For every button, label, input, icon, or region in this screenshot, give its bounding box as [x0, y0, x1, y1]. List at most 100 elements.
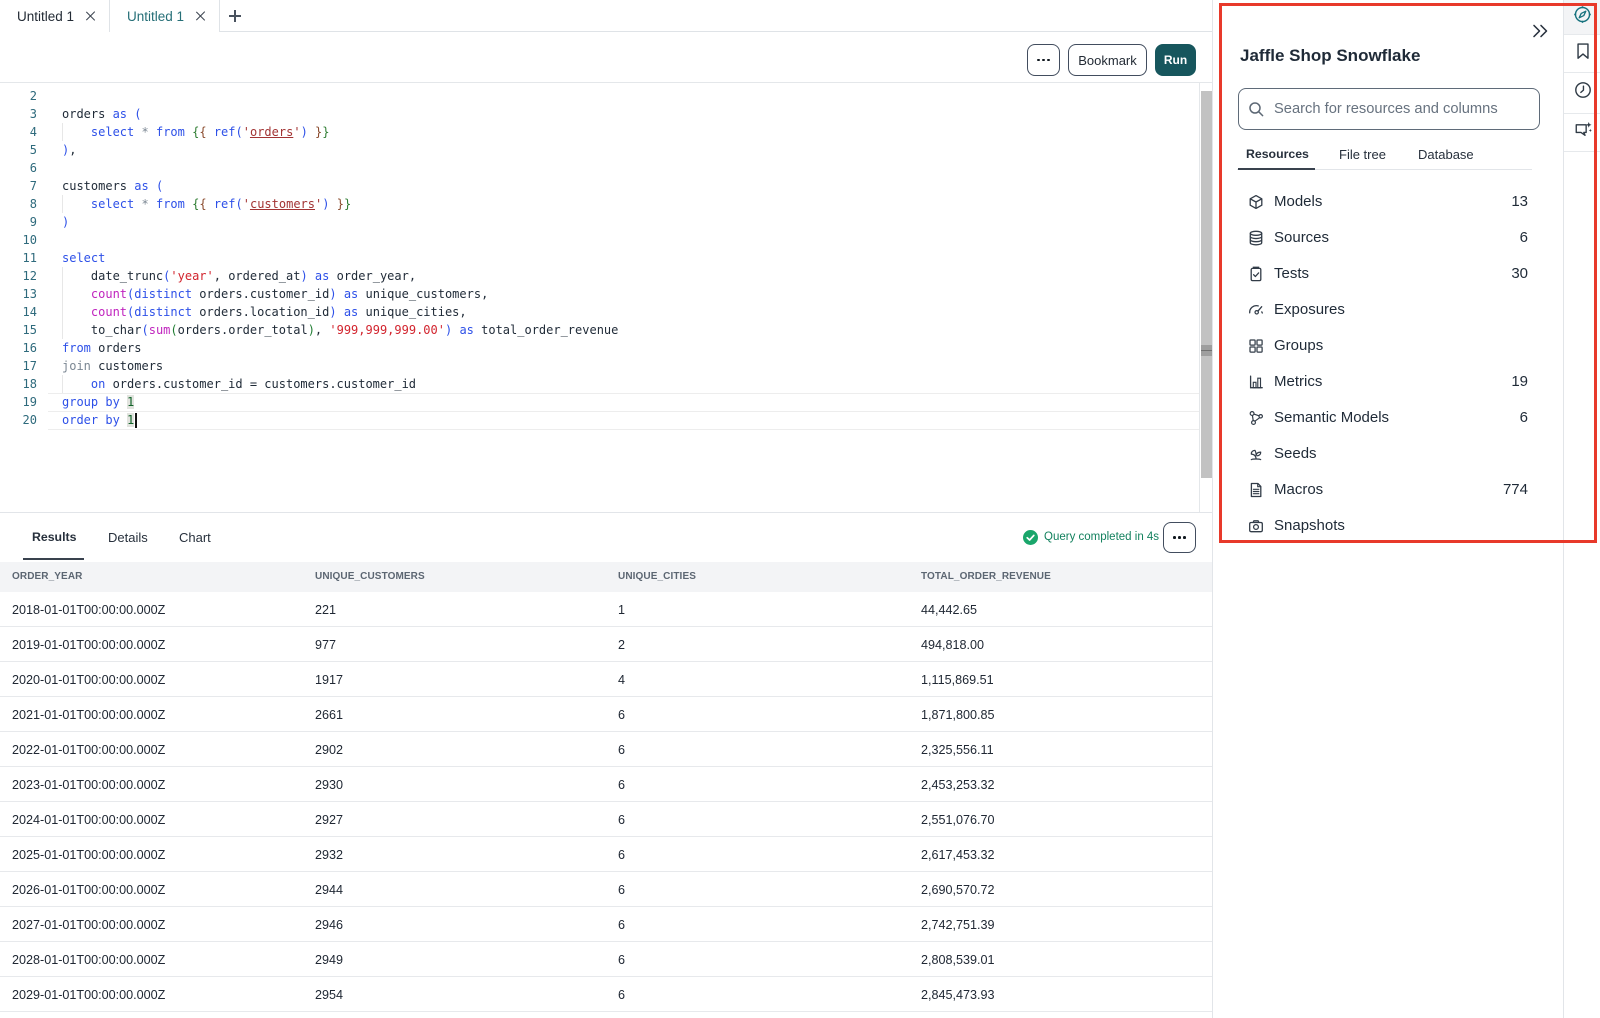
- strip-button-clock[interactable]: [1564, 73, 1600, 114]
- resource-item-snapshots[interactable]: Snapshots: [1213, 508, 1564, 544]
- code-line-17[interactable]: 17join customers: [0, 357, 1199, 375]
- table-row[interactable]: 2020-01-01T00:00:00.000Z191741,115,869.5…: [0, 662, 1212, 697]
- table-cell: 2954: [315, 977, 343, 1012]
- bookmark-button[interactable]: Bookmark: [1068, 44, 1147, 76]
- code-line-16[interactable]: 16from orders: [0, 339, 1199, 357]
- table-cell: 2,808,539.01: [921, 942, 995, 977]
- query-status-text: Query completed in 4s: [1044, 531, 1159, 543]
- table-row[interactable]: 2028-01-01T00:00:00.000Z294962,808,539.0…: [0, 942, 1212, 977]
- code-line-20[interactable]: 20order by 1: [0, 411, 1199, 429]
- code-line-9[interactable]: 9): [0, 213, 1199, 231]
- code-text: on orders.customer_id = customers.custom…: [62, 375, 416, 393]
- table-row[interactable]: 2023-01-01T00:00:00.000Z293062,453,253.3…: [0, 767, 1212, 802]
- table-cell: 2020-01-01T00:00:00.000Z: [12, 662, 165, 697]
- table-row[interactable]: 2025-01-01T00:00:00.000Z293262,617,453.3…: [0, 837, 1212, 872]
- sidebar-tab-database[interactable]: Database: [1418, 147, 1474, 162]
- code-line-10[interactable]: 10: [0, 231, 1199, 249]
- resource-item-seeds[interactable]: Seeds: [1213, 436, 1564, 472]
- table-cell: 2018-01-01T00:00:00.000Z: [12, 592, 165, 627]
- table-cell: 2023-01-01T00:00:00.000Z: [12, 767, 165, 802]
- gauge-icon: [1248, 302, 1264, 318]
- line-number: 5: [0, 141, 37, 159]
- sql-editor[interactable]: 23orders as (4 select * from {{ ref('ord…: [0, 84, 1199, 512]
- code-line-8[interactable]: 8 select * from {{ ref('customers') }}: [0, 195, 1199, 213]
- code-line-11[interactable]: 11select: [0, 249, 1199, 267]
- strip-button-bookmark[interactable]: [1564, 35, 1600, 73]
- code-line-12[interactable]: 12 date_trunc('year', ordered_at) as ord…: [0, 267, 1199, 285]
- table-row[interactable]: 2022-01-01T00:00:00.000Z290262,325,556.1…: [0, 732, 1212, 767]
- resource-item-macros[interactable]: Macros774: [1213, 472, 1564, 508]
- editor-scrollbar[interactable]: [1199, 83, 1212, 512]
- results-tab-results[interactable]: Results: [32, 513, 76, 561]
- sidebar-tab-file-tree[interactable]: File tree: [1339, 147, 1386, 162]
- table-cell: 6: [618, 907, 625, 942]
- table-cell: 2,551,076.70: [921, 802, 995, 837]
- code-line-15[interactable]: 15 to_char(sum(orders.order_total), '999…: [0, 321, 1199, 339]
- table-cell: 2025-01-01T00:00:00.000Z: [12, 837, 165, 872]
- tab-untitled-1[interactable]: Untitled 1: [0, 0, 110, 32]
- results-tab-chart[interactable]: Chart: [179, 513, 211, 561]
- search-icon: [1248, 101, 1265, 118]
- line-number: 10: [0, 231, 37, 249]
- table-row[interactable]: 2021-01-01T00:00:00.000Z266161,871,800.8…: [0, 697, 1212, 732]
- active-tab-underline: [1238, 168, 1315, 171]
- close-icon[interactable]: [85, 11, 96, 22]
- tab-untitled-2-active[interactable]: Untitled 1: [110, 0, 220, 32]
- line-number: 12: [0, 267, 37, 285]
- run-button[interactable]: Run: [1155, 44, 1196, 76]
- resource-item-models[interactable]: Models13: [1213, 184, 1564, 220]
- clock-icon: [1574, 81, 1592, 104]
- results-tab-details[interactable]: Details: [108, 513, 148, 561]
- table-row[interactable]: 2027-01-01T00:00:00.000Z294662,742,751.3…: [0, 907, 1212, 942]
- sidebar-search[interactable]: [1238, 88, 1540, 130]
- code-line-4[interactable]: 4 select * from {{ ref('orders') }}: [0, 123, 1199, 141]
- table-row[interactable]: 2018-01-01T00:00:00.000Z221144,442.65: [0, 592, 1212, 627]
- resource-item-exposures[interactable]: Exposures: [1213, 292, 1564, 328]
- resource-item-semantic-models[interactable]: Semantic Models6: [1213, 400, 1564, 436]
- code-text: customers as (: [62, 177, 163, 195]
- results-more-button[interactable]: [1163, 522, 1196, 553]
- code-line-19[interactable]: 19group by 1: [0, 393, 1199, 411]
- table-cell: 6: [618, 697, 625, 732]
- resource-item-groups[interactable]: Groups: [1213, 328, 1564, 364]
- table-cell: 6: [618, 767, 625, 802]
- table-row[interactable]: 2029-01-01T00:00:00.000Z295462,845,473.9…: [0, 977, 1212, 1012]
- code-line-2[interactable]: 2: [0, 87, 1199, 105]
- table-row[interactable]: 2024-01-01T00:00:00.000Z292762,551,076.7…: [0, 802, 1212, 837]
- table-row[interactable]: 2019-01-01T00:00:00.000Z9772494,818.00: [0, 627, 1212, 662]
- splitter-grip[interactable]: [1201, 345, 1213, 356]
- table-cell: 2,690,570.72: [921, 872, 995, 907]
- new-tab-plus-icon[interactable]: [229, 10, 241, 22]
- resource-item-tests[interactable]: Tests30: [1213, 256, 1564, 292]
- resource-item-sources[interactable]: Sources6: [1213, 220, 1564, 256]
- column-header-order_year[interactable]: ORDER_YEAR: [12, 562, 82, 593]
- code-line-7[interactable]: 7customers as (: [0, 177, 1199, 195]
- editor-more-button[interactable]: [1027, 44, 1060, 76]
- column-header-unique_customers[interactable]: UNIQUE_CUSTOMERS: [315, 562, 425, 593]
- scrollbar-thumb[interactable]: [1201, 91, 1213, 478]
- cube-icon: [1248, 194, 1264, 210]
- code-line-13[interactable]: 13 count(distinct orders.customer_id) as…: [0, 285, 1199, 303]
- column-header-unique_cities[interactable]: UNIQUE_CITIES: [618, 562, 696, 593]
- table-row[interactable]: 2026-01-01T00:00:00.000Z294462,690,570.7…: [0, 872, 1212, 907]
- active-tab-underline: [23, 558, 84, 561]
- strip-button-comment-sparkle[interactable]: [1564, 114, 1600, 153]
- column-header-total_order_revenue[interactable]: TOTAL_ORDER_REVENUE: [921, 562, 1051, 593]
- code-line-18[interactable]: 18 on orders.customer_id = customers.cus…: [0, 375, 1199, 393]
- resource-count: 6: [1520, 229, 1528, 246]
- sidebar-tab-resources[interactable]: Resources: [1246, 147, 1309, 161]
- resource-item-metrics[interactable]: Metrics19: [1213, 364, 1564, 400]
- code-line-3[interactable]: 3orders as (: [0, 105, 1199, 123]
- collapse-sidebar-icon[interactable]: [1529, 20, 1551, 42]
- resource-label: Macros: [1274, 481, 1323, 498]
- code-line-6[interactable]: 6: [0, 159, 1199, 177]
- search-input[interactable]: [1274, 101, 1539, 117]
- database-icon: [1248, 230, 1264, 246]
- code-line-5[interactable]: 5),: [0, 141, 1199, 159]
- code-line-14[interactable]: 14 count(distinct orders.location_id) as…: [0, 303, 1199, 321]
- strip-button-compass[interactable]: [1564, 0, 1600, 35]
- line-number: 14: [0, 303, 37, 321]
- close-icon[interactable]: [195, 11, 206, 22]
- line-number: 20: [0, 411, 37, 429]
- resource-label: Exposures: [1274, 301, 1345, 318]
